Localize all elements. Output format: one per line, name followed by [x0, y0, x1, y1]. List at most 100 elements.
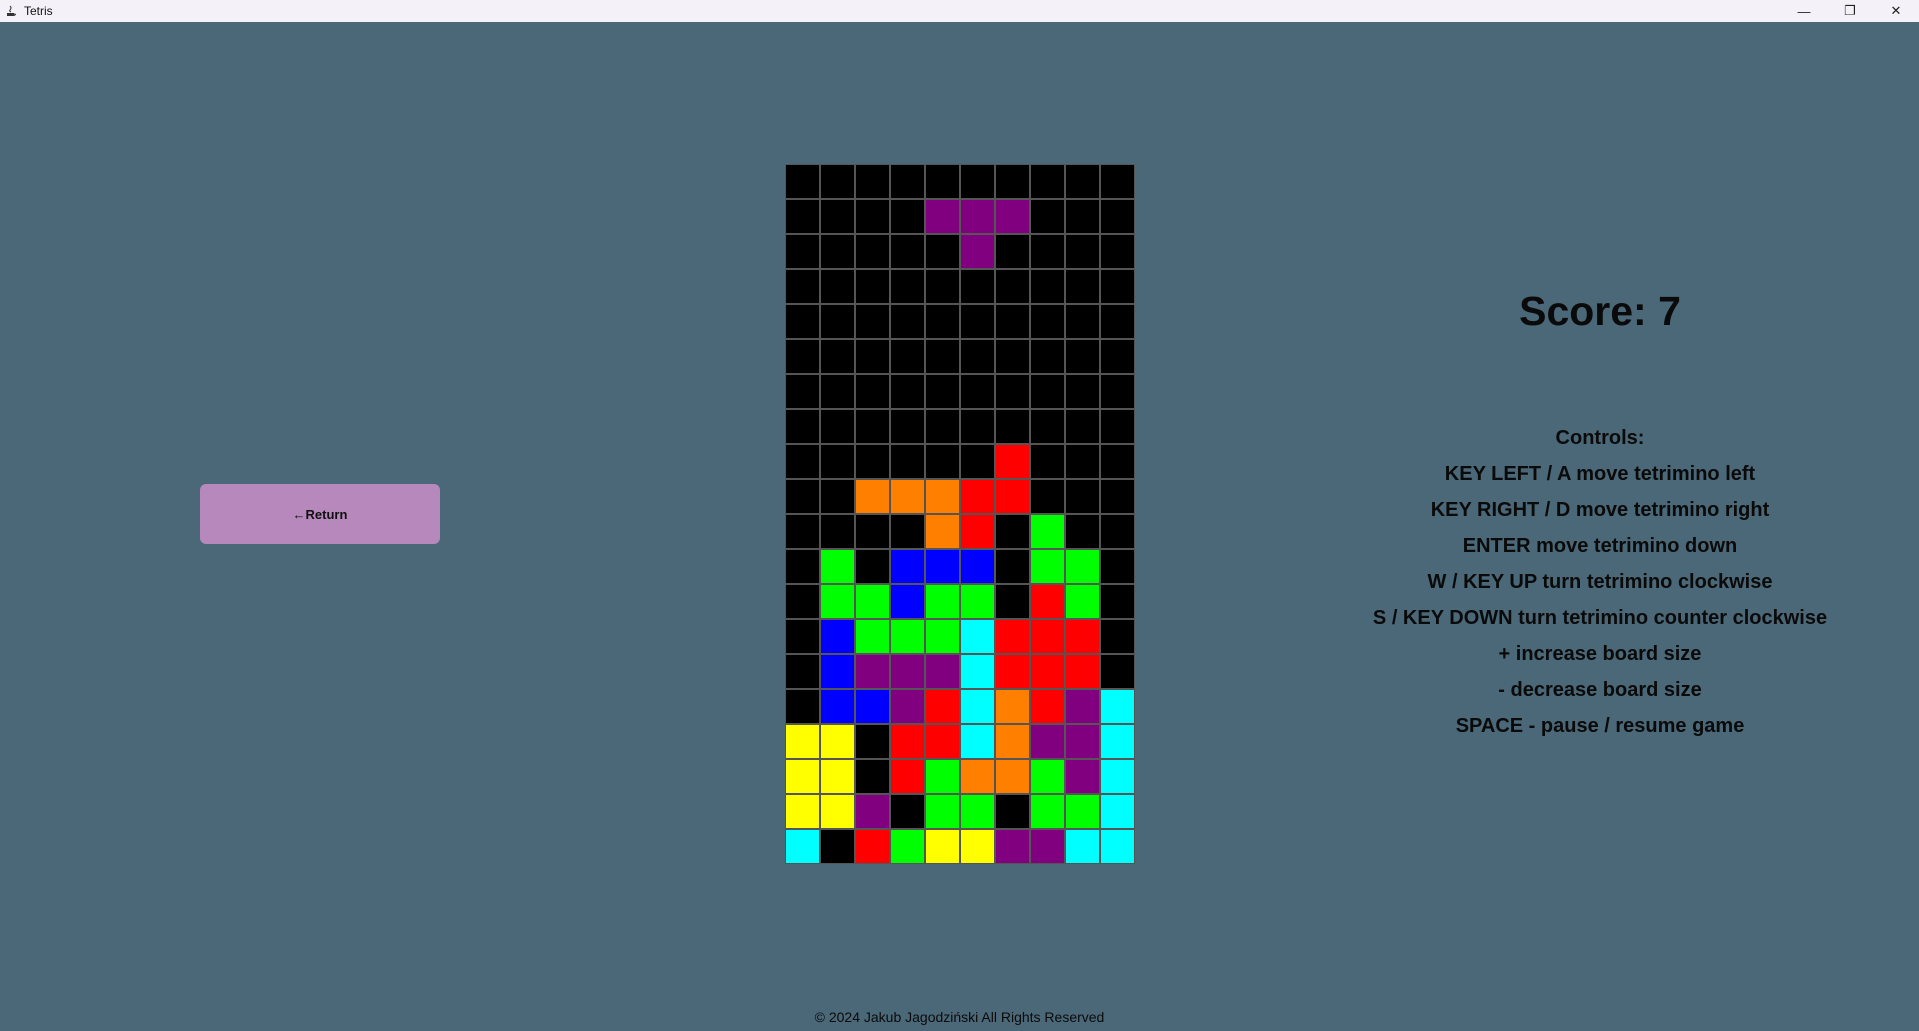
board-cell-block [960, 584, 995, 619]
board-cell-empty [855, 339, 890, 374]
board-cell-block [1030, 584, 1065, 619]
board-cell-block [960, 654, 995, 689]
board-cell-block [960, 549, 995, 584]
board-cell-block [995, 619, 1030, 654]
board-cell-block [1065, 619, 1100, 654]
board-cell-block [1065, 584, 1100, 619]
board-cell-block [1030, 759, 1065, 794]
board-cell-block [925, 654, 960, 689]
board-cell-empty [1100, 444, 1135, 479]
controls-panel: Controls: KEY LEFT / A move tetrimino le… [1300, 425, 1900, 749]
control-line-move-left: KEY LEFT / A move tetrimino left [1444, 463, 1756, 485]
board-cell-block [960, 829, 995, 864]
board-cell-empty [1030, 304, 1065, 339]
board-cell-empty [995, 374, 1030, 409]
board-cell-empty [925, 304, 960, 339]
board-cell-block [890, 584, 925, 619]
board-cell-empty [1065, 374, 1100, 409]
board-cell-empty [890, 269, 925, 304]
control-line-increase-size: + increase board size [1498, 643, 1702, 665]
board-cell-empty [1065, 199, 1100, 234]
board-cell-empty [1100, 304, 1135, 339]
board-cell-empty [785, 479, 820, 514]
board-cell-empty [855, 374, 890, 409]
board-cell-empty [960, 339, 995, 374]
maximize-icon[interactable]: ❐ [1827, 0, 1873, 22]
board-cell-empty [1100, 269, 1135, 304]
board-cell-block [925, 619, 960, 654]
board-cell-empty [925, 269, 960, 304]
board-cell-empty [925, 234, 960, 269]
board-cell-block [820, 619, 855, 654]
board-cell-block [855, 479, 890, 514]
minimize-icon[interactable]: — [1781, 0, 1827, 22]
board-cell-empty [785, 339, 820, 374]
board-cell-empty [995, 339, 1030, 374]
close-icon[interactable]: ✕ [1873, 0, 1919, 22]
board-cell-empty [855, 724, 890, 759]
board-cell-empty [785, 234, 820, 269]
board-cell-empty [1030, 479, 1065, 514]
board-cell-block [925, 724, 960, 759]
board-cell-empty [1030, 374, 1065, 409]
board-cell-block [855, 619, 890, 654]
board-cell-empty [820, 304, 855, 339]
board-cell-block [1100, 724, 1135, 759]
board-cell-empty [855, 269, 890, 304]
board-cell-empty [960, 269, 995, 304]
board-cell-empty [995, 234, 1030, 269]
game-board [785, 164, 1135, 864]
control-line-pause: SPACE - pause / resume game [1455, 715, 1745, 737]
board-cell-block [995, 654, 1030, 689]
board-cell-empty [785, 444, 820, 479]
board-cell-block [995, 829, 1030, 864]
board-cell-block [925, 829, 960, 864]
board-cell-empty [1030, 164, 1065, 199]
board-cell-block [890, 654, 925, 689]
board-cell-empty [1030, 199, 1065, 234]
board-cell-block [855, 654, 890, 689]
board-cell-empty [1030, 444, 1065, 479]
board-cell-empty [820, 269, 855, 304]
board-cell-block [820, 724, 855, 759]
board-cell-block [890, 829, 925, 864]
board-cell-empty [995, 164, 1030, 199]
board-cell-block [890, 724, 925, 759]
board-cell-empty [820, 829, 855, 864]
board-cell-empty [890, 409, 925, 444]
board-cell-empty [855, 199, 890, 234]
board-cell-empty [1065, 234, 1100, 269]
board-cell-empty [1030, 234, 1065, 269]
board-cell-block [1100, 829, 1135, 864]
board-cell-block [925, 689, 960, 724]
board-cell-block [785, 724, 820, 759]
board-cell-block [1100, 689, 1135, 724]
board-cell-empty [925, 164, 960, 199]
board-cell-block [960, 234, 995, 269]
return-button[interactable]: ←Return [200, 484, 440, 544]
board-cell-block [890, 619, 925, 654]
board-cell-block [995, 759, 1030, 794]
board-cell-empty [1100, 514, 1135, 549]
board-cell-block [1065, 654, 1100, 689]
board-cell-empty [820, 199, 855, 234]
board-cell-block [1100, 794, 1135, 829]
board-cell-empty [925, 409, 960, 444]
board-cell-empty [1065, 269, 1100, 304]
board-cell-empty [890, 794, 925, 829]
board-cell-block [995, 689, 1030, 724]
controls-title: Controls: [1555, 427, 1645, 449]
board-cell-empty [890, 234, 925, 269]
board-cell-block [785, 794, 820, 829]
board-cell-empty [855, 759, 890, 794]
board-cell-empty [1065, 479, 1100, 514]
board-cell-empty [1030, 269, 1065, 304]
board-cell-empty [1100, 479, 1135, 514]
board-cell-block [855, 829, 890, 864]
board-cell-block [1100, 759, 1135, 794]
board-cell-block [1030, 829, 1065, 864]
board-cell-empty [855, 234, 890, 269]
board-cell-empty [1100, 234, 1135, 269]
board-cell-block [925, 759, 960, 794]
board-cell-empty [855, 514, 890, 549]
